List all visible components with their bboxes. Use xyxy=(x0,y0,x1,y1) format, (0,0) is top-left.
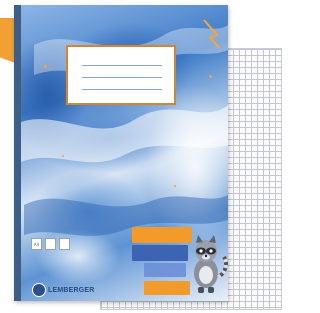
brand: LEMBERGER xyxy=(32,282,102,298)
notebook-photo: A4 LEMBERGER xyxy=(0,0,287,313)
banner-blue xyxy=(132,245,188,261)
notebook-cover: A4 LEMBERGER xyxy=(14,5,228,301)
badge-a4: A4 xyxy=(31,238,42,250)
badge-2 xyxy=(45,238,56,250)
badge-3 xyxy=(59,238,70,250)
banner-orange xyxy=(132,227,192,243)
lemberger-logo-icon xyxy=(32,283,46,297)
brand-name: LEMBERGER xyxy=(48,286,95,294)
raccoon-icon xyxy=(194,235,228,293)
format-badges: A4 xyxy=(31,238,70,250)
banner-light-blue xyxy=(144,263,186,277)
notebook-spine xyxy=(14,5,21,301)
name-label xyxy=(66,45,176,105)
